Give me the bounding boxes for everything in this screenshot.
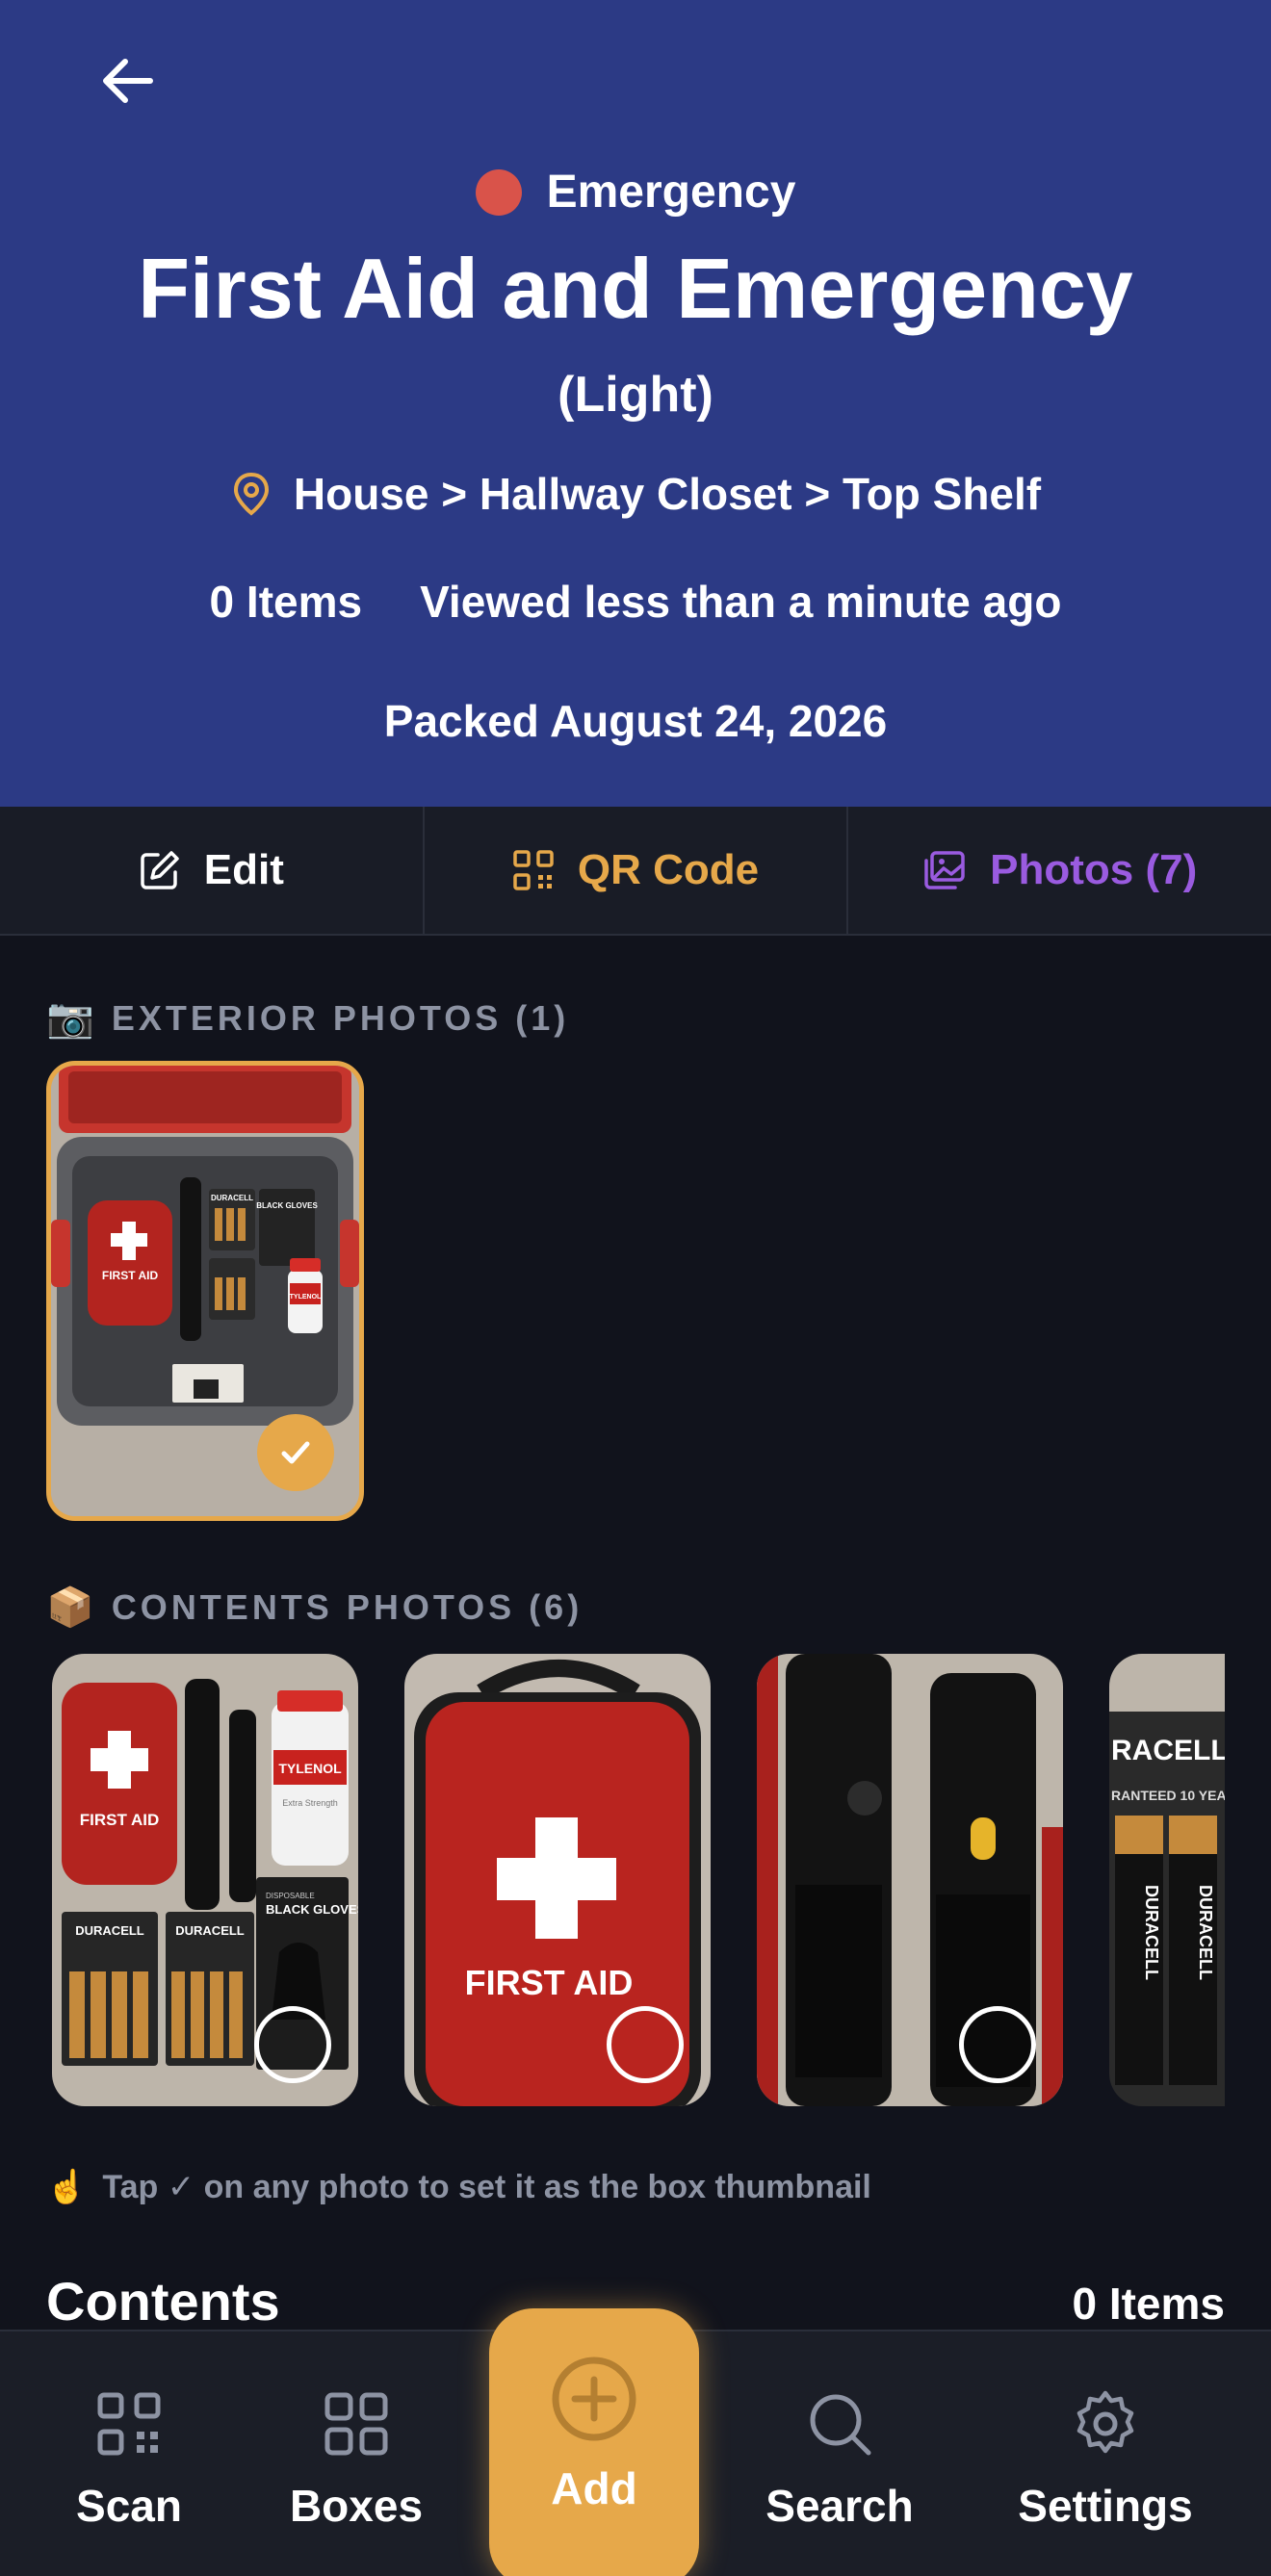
exterior-label-gloves: BLACK GLOVES bbox=[256, 1201, 318, 1210]
qr-code-label: QR Code bbox=[577, 846, 760, 893]
contents-photos-title: CONTENTS PHOTOS (6) bbox=[111, 1586, 584, 1627]
exterior-label-first-aid: FIRST AID bbox=[102, 1269, 159, 1282]
photos-label: Photos (7) bbox=[990, 846, 1198, 893]
photo1-label-disposable: DISPOSABLE bbox=[266, 1892, 315, 1900]
viewed-time: Viewed less than a minute ago bbox=[420, 577, 1062, 627]
photo4-label-duracell-2: DURACELL bbox=[1196, 1885, 1215, 1980]
thumbnail-hint: ☝️ Tap ✓ on any photo to set it as the b… bbox=[46, 2168, 871, 2206]
category-color-dot bbox=[475, 168, 522, 216]
action-bar: Edit QR Code Photos (7) bbox=[0, 807, 1271, 936]
category-row: Emergency bbox=[0, 166, 1271, 219]
box-header: Emergency First Aid and Emergency (Light… bbox=[0, 0, 1271, 807]
set-thumbnail-toggle[interactable] bbox=[254, 2006, 331, 2083]
items-count: 0 Items bbox=[209, 577, 363, 627]
edit-label: Edit bbox=[203, 846, 284, 893]
map-pin-icon bbox=[233, 472, 269, 516]
photo1-label-duracell-2: DURACELL bbox=[175, 1923, 245, 1938]
nav-scan[interactable]: Scan bbox=[13, 2331, 245, 2576]
gear-icon bbox=[1076, 2390, 1134, 2454]
camera-icon: 📷 bbox=[46, 997, 94, 1040]
stats-row: 0 Items Viewed less than a minute ago bbox=[0, 576, 1271, 628]
photo2-label-first-aid: FIRST AID bbox=[465, 1963, 634, 2002]
checkmark-icon bbox=[281, 1441, 310, 1464]
nav-search[interactable]: Search bbox=[724, 2331, 955, 2576]
photo1-label-gloves: BLACK GLOVES bbox=[266, 1902, 358, 1917]
exterior-photo-thumbnail[interactable]: FIRST AID DURACELL BLACK GLOVES TYLENOL bbox=[46, 1061, 364, 1521]
photo1-label-duracell-1: DURACELL bbox=[75, 1923, 144, 1938]
back-button[interactable] bbox=[87, 40, 168, 121]
exterior-label-duracell: DURACELL bbox=[211, 1194, 253, 1202]
category-label: Emergency bbox=[546, 167, 796, 218]
edit-icon bbox=[141, 851, 179, 889]
search-icon bbox=[810, 2394, 871, 2456]
contents-count: 0 Items bbox=[1072, 2279, 1225, 2329]
photo4-label-guaranteed: RANTEED 10 YEARS bbox=[1111, 1788, 1225, 1803]
qr-code-button[interactable]: QR Code bbox=[425, 807, 849, 934]
add-label: Add bbox=[551, 2463, 637, 2513]
nav-boxes[interactable]: Boxes bbox=[241, 2331, 472, 2576]
qr-scan-icon bbox=[97, 2392, 161, 2456]
photo4-label-racell: RACELL bbox=[1111, 1735, 1225, 1766]
exterior-photos-title: EXTERIOR PHOTOS (1) bbox=[111, 997, 570, 1038]
photo4-label-duracell-1: DURACELL bbox=[1142, 1885, 1161, 1980]
photo1-label-tylenol: TYLENOL bbox=[278, 1761, 342, 1776]
box-subtitle: (Light) bbox=[558, 367, 713, 423]
exterior-photos-heading: 📷 EXTERIOR PHOTOS (1) bbox=[46, 995, 569, 1041]
box-icon: 📦 bbox=[46, 1586, 94, 1629]
contents-title: Contents bbox=[46, 2271, 280, 2331]
images-icon bbox=[924, 851, 965, 889]
box-title: First Aid and Emergency bbox=[138, 241, 1133, 336]
photo1-label-extra-strength: Extra Strength bbox=[282, 1798, 338, 1808]
grid-icon bbox=[324, 2392, 388, 2456]
contents-photo-1[interactable]: FIRST AID TYLENOL Extra Strength DURACEL… bbox=[52, 1654, 358, 2106]
photo1-label-first-aid: FIRST AID bbox=[80, 1811, 159, 1829]
add-button[interactable]: Add bbox=[489, 2308, 699, 2576]
contents-photo-4-image: RACELL RANTEED 10 YEARS DURACELL DURACEL… bbox=[1109, 1654, 1225, 2106]
edit-button[interactable]: Edit bbox=[0, 807, 425, 934]
contents-photos-strip[interactable]: FIRST AID TYLENOL Extra Strength DURACEL… bbox=[52, 1654, 1225, 2106]
nav-boxes-label: Boxes bbox=[289, 2481, 424, 2531]
contents-photos-heading: 📦 CONTENTS PHOTOS (6) bbox=[46, 1584, 583, 1630]
pointing-hand-icon: ☝️ bbox=[46, 2169, 88, 2205]
thumbnail-selected-badge[interactable] bbox=[257, 1414, 334, 1491]
set-thumbnail-toggle[interactable] bbox=[607, 2006, 684, 2083]
packed-date: Packed August 24, 2026 bbox=[383, 696, 888, 746]
nav-search-label: Search bbox=[765, 2481, 914, 2531]
nav-scan-label: Scan bbox=[76, 2481, 182, 2531]
contents-photo-2[interactable]: FIRST AID bbox=[404, 1654, 711, 2106]
contents-photo-4[interactable]: RACELL RANTEED 10 YEARS DURACELL DURACEL… bbox=[1109, 1654, 1225, 2106]
arrow-left-icon bbox=[103, 59, 153, 103]
location-path: House > Hallway Closet > Top Shelf bbox=[293, 469, 1042, 519]
nav-settings[interactable]: Settings bbox=[990, 2331, 1221, 2576]
exterior-label-tylenol: TYLENOL bbox=[290, 1294, 322, 1301]
contents-photo-3[interactable] bbox=[757, 1654, 1063, 2106]
plus-circle-icon bbox=[552, 2357, 636, 2441]
qr-code-icon bbox=[513, 850, 554, 890]
set-thumbnail-toggle[interactable] bbox=[959, 2006, 1036, 2083]
thumbnail-hint-text: Tap ✓ on any photo to set it as the box … bbox=[102, 2169, 871, 2205]
nav-settings-label: Settings bbox=[1018, 2481, 1193, 2531]
location-row: House > Hallway Closet > Top Shelf bbox=[0, 468, 1271, 520]
photos-button[interactable]: Photos (7) bbox=[848, 807, 1271, 934]
